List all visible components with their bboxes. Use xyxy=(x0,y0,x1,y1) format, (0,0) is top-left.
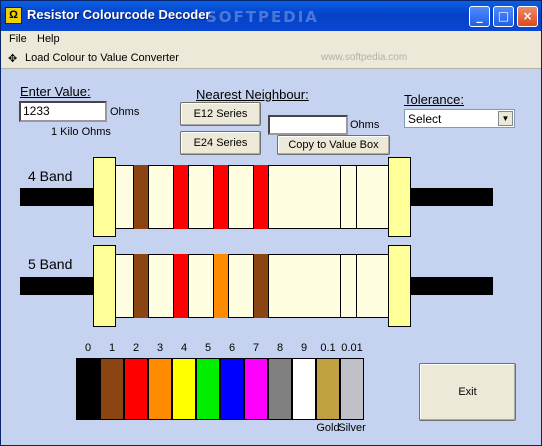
palette-swatch[interactable] xyxy=(196,358,220,420)
nearest-neighbour-label: Nearest Neighbour: xyxy=(196,87,309,102)
palette-digit-label: 5 xyxy=(204,342,212,354)
menu-bar: File Help xyxy=(1,31,541,49)
five-band-left-lead xyxy=(20,277,95,295)
e24-series-button[interactable]: E24 Series xyxy=(180,131,261,155)
tolerance-label: Tolerance: xyxy=(404,92,464,107)
five-band-band-4[interactable] xyxy=(253,254,269,318)
url-watermark: www.softpedia.com xyxy=(321,52,408,63)
palette-name-label: Silver xyxy=(338,422,366,434)
five-band-band-2[interactable] xyxy=(173,254,189,318)
five-band-label: 5 Band xyxy=(28,256,73,272)
nearest-unit-label: Ohms xyxy=(350,119,380,131)
close-button[interactable]: × xyxy=(517,6,538,27)
palette-digit-label: 0 xyxy=(84,342,92,354)
maximize-button[interactable]: □ xyxy=(493,6,514,27)
palette-swatch[interactable] xyxy=(340,358,364,420)
five-band-band-1[interactable] xyxy=(133,254,149,318)
value-input[interactable]: 1233 xyxy=(19,101,107,122)
five-band-right-cap xyxy=(388,245,411,327)
nearest-value-field[interactable] xyxy=(268,115,348,135)
palette-digit-label: 4 xyxy=(180,342,188,354)
palette-digit-label: 3 xyxy=(156,342,164,354)
palette-swatch[interactable] xyxy=(244,358,268,420)
minimize-button[interactable]: _ xyxy=(469,6,490,27)
four-band-tolerance-edge-right xyxy=(356,165,357,229)
palette-digit-label: 0.01 xyxy=(341,342,363,354)
exit-button[interactable]: Exit xyxy=(419,363,516,421)
palette-swatch[interactable] xyxy=(148,358,172,420)
palette-swatch[interactable] xyxy=(268,358,292,420)
palette-digit-label: 2 xyxy=(132,342,140,354)
palette-swatch[interactable] xyxy=(172,358,196,420)
menu-help[interactable]: Help xyxy=(37,33,60,45)
toolbar: ✥ Load Colour to Value Converter xyxy=(1,49,541,69)
palette-digit-label: 9 xyxy=(300,342,308,354)
palette-digit-label: 6 xyxy=(228,342,236,354)
enter-value-label: Enter Value: xyxy=(20,84,91,99)
palette-swatch[interactable] xyxy=(100,358,124,420)
four-band-band-2[interactable] xyxy=(173,165,189,229)
four-band-left-cap xyxy=(93,157,116,237)
value-readout: 1 Kilo Ohms xyxy=(51,126,111,138)
tolerance-selected: Select xyxy=(408,112,442,126)
softpedia-watermark: SOFTPEDIA xyxy=(206,8,319,26)
palette-swatch[interactable] xyxy=(316,358,340,420)
value-unit-label: Ohms xyxy=(110,106,140,118)
window-title: Resistor Colourcode Decoder xyxy=(27,7,211,22)
load-converter-menu-item[interactable]: Load Colour to Value Converter xyxy=(25,52,179,64)
four-band-label: 4 Band xyxy=(28,168,73,184)
four-band-tolerance-edge-left xyxy=(340,165,341,229)
resistor-app-icon[interactable]: Ω xyxy=(5,7,22,24)
five-band-tolerance-edge-right xyxy=(356,254,357,318)
chevron-down-icon[interactable]: ▼ xyxy=(498,111,513,126)
move-icon: ✥ xyxy=(8,53,18,65)
palette-digit-label: 8 xyxy=(276,342,284,354)
four-band-right-cap xyxy=(388,157,411,237)
five-band-resistor-body xyxy=(114,254,390,318)
palette-swatch[interactable] xyxy=(124,358,148,420)
copy-to-value-box-button[interactable]: Copy to Value Box xyxy=(277,135,390,155)
palette-swatch[interactable] xyxy=(220,358,244,420)
e12-series-button[interactable]: E12 Series xyxy=(180,102,261,126)
palette-digit-label: 1 xyxy=(108,342,116,354)
palette-swatch[interactable] xyxy=(292,358,316,420)
four-band-band-4[interactable] xyxy=(253,165,269,229)
five-band-left-cap xyxy=(93,245,116,327)
menu-file[interactable]: File xyxy=(9,33,27,45)
title-bar[interactable]: Ω Resistor Colourcode Decoder SOFTPEDIA … xyxy=(1,1,541,31)
palette-swatch[interactable] xyxy=(76,358,100,420)
five-band-right-lead xyxy=(411,277,493,295)
four-band-right-lead xyxy=(411,188,493,206)
four-band-band-1[interactable] xyxy=(133,165,149,229)
four-band-band-3[interactable] xyxy=(213,165,229,229)
palette-digit-label: 0.1 xyxy=(320,342,336,354)
app-window: Ω Resistor Colourcode Decoder SOFTPEDIA … xyxy=(0,0,542,446)
palette-digit-label: 7 xyxy=(252,342,260,354)
four-band-resistor-body xyxy=(114,165,390,229)
five-band-tolerance-edge-left xyxy=(340,254,341,318)
four-band-left-lead xyxy=(20,188,95,206)
tolerance-select[interactable]: Select ▼ xyxy=(404,109,515,128)
five-band-band-3[interactable] xyxy=(213,254,229,318)
